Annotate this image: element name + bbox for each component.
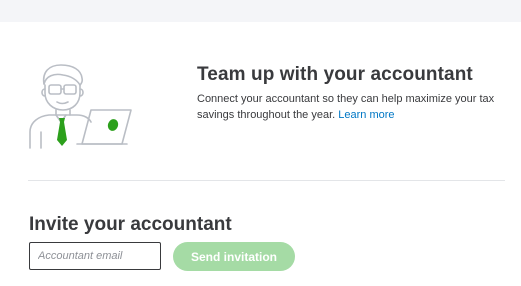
learn-more-link[interactable]: Learn more: [338, 109, 394, 121]
promo-description-block: Connect your accountant so they can help…: [197, 91, 502, 123]
send-invitation-button[interactable]: Send invitation: [173, 242, 295, 271]
top-strip: [0, 0, 521, 22]
accountant-with-laptop-icon: [27, 62, 137, 152]
accountant-email-input[interactable]: [29, 242, 161, 270]
section-divider: [28, 180, 505, 181]
promo-title: Team up with your accountant: [197, 64, 473, 85]
invite-title: Invite your accountant: [29, 214, 232, 235]
